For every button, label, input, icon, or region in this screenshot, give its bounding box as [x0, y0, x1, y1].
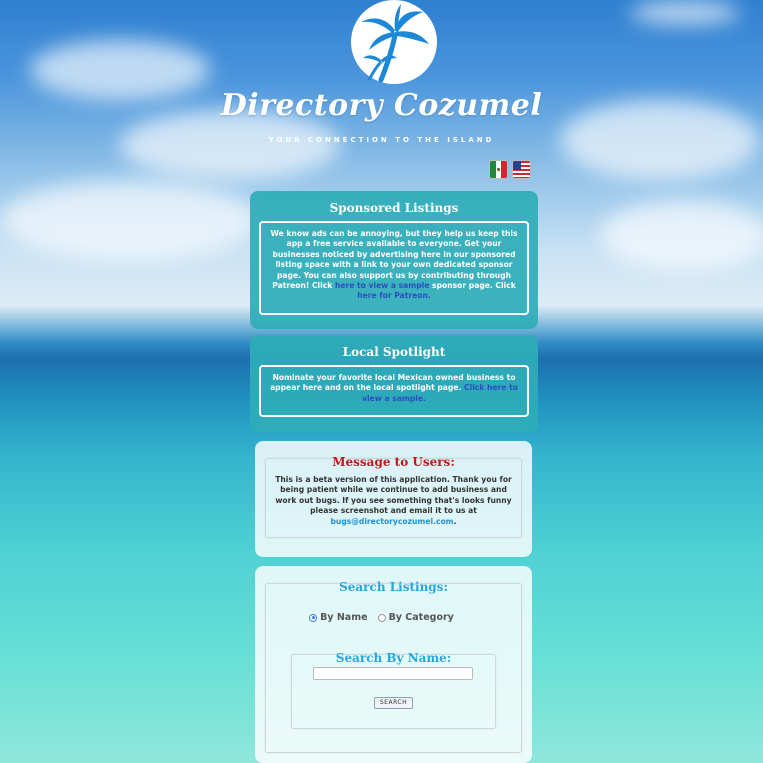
message-legend: Message to Users: [266, 451, 521, 470]
message-body: This is a beta version of this applicati… [274, 475, 513, 527]
site-title: Directory Cozumel [220, 88, 543, 123]
search-button[interactable]: SEARCH [374, 697, 413, 709]
sponsored-text-middle: sponsor page. Click [429, 281, 516, 291]
language-switcher [489, 160, 531, 179]
search-name-input[interactable] [313, 667, 473, 680]
message-title: Message to Users: [332, 455, 455, 469]
logo[interactable] [351, 0, 437, 84]
cloud [0, 180, 260, 260]
local-spotlight-title: Local Spotlight [342, 345, 446, 359]
message-fieldset: Message to Users: This is a beta version… [265, 455, 522, 538]
search-mode-options: By Name By Category [0, 612, 763, 623]
message-text: This is a beta version of this applicati… [275, 475, 512, 516]
sponsored-listings-title: Sponsored Listings [329, 201, 459, 215]
by-category-radio[interactable]: By Category [377, 612, 454, 623]
cloud [600, 200, 763, 270]
local-spotlight-box: Nominate your favorite local Mexican own… [259, 365, 529, 417]
search-by-name-legend: Search By Name: [292, 647, 495, 666]
cloud [630, 0, 740, 25]
message-panel: Message to Users: This is a beta version… [255, 441, 532, 557]
search-legend: Search Listings: [266, 576, 521, 595]
radio-unselected-icon [377, 613, 386, 622]
site-tagline: YOUR CONNECTION TO THE ISLAND [268, 136, 495, 144]
bug-email-link[interactable]: bugs@directorycozumel.com [331, 517, 454, 526]
by-name-radio[interactable]: By Name [309, 612, 368, 623]
by-category-label: By Category [388, 612, 454, 623]
palm-tree-icon [361, 4, 429, 83]
local-spotlight-panel: Local Spotlight Nominate your favorite l… [250, 335, 538, 432]
sponsored-listings-panel: Sponsored Listings We know ads can be an… [250, 191, 538, 329]
message-text-after: . [453, 516, 457, 526]
search-panel: Search Listings: Search By Name: [255, 566, 532, 763]
search-by-name-title: Search By Name: [335, 651, 452, 665]
usa-flag-icon[interactable] [512, 160, 531, 179]
patreon-link[interactable]: here for Patreon. [357, 291, 431, 300]
sponsored-listings-box: We know ads can be annoying, but they he… [259, 221, 529, 315]
search-title: Search Listings: [339, 580, 448, 594]
by-name-label: By Name [320, 612, 368, 623]
sponsor-sample-link[interactable]: here to view a sample [335, 281, 429, 290]
radio-selected-icon [309, 613, 318, 622]
mexico-flag-icon[interactable] [489, 160, 508, 179]
search-by-name-fieldset: Search By Name: [291, 651, 496, 729]
